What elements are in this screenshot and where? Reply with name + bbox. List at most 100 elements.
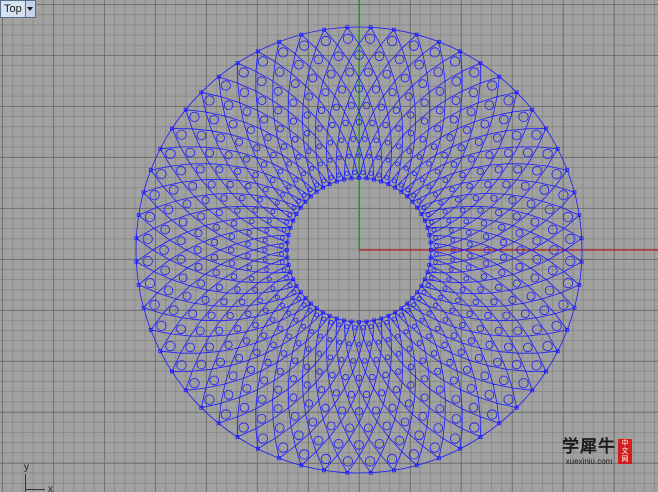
lattice-cell-circle [220,409,231,420]
lattice-cell-circle [421,205,427,211]
lattice-cell-circle [308,417,318,427]
lattice-cell-circle [547,224,558,235]
lattice-cell-circle [305,92,314,101]
lattice-cell-circle [434,168,441,175]
lattice-cell-circle [220,194,228,202]
lattice-cell-circle [469,422,480,433]
lattice-cell-circle [480,220,488,227]
lattice-cell-circle [503,148,513,158]
lattice-cell-circle [293,430,304,441]
lattice-cell-circle [149,299,160,310]
lattice-cell-circle [434,125,442,133]
lattice-cell-circle [252,321,259,329]
lattice-cell-circle [278,442,289,453]
lattice-cell-circle [520,181,530,191]
lattice-cell-circle [450,257,456,263]
lattice-cell-circle [522,147,533,158]
lattice-cell-circle [361,358,368,364]
lattice-cell-circle [419,136,427,143]
lattice-cell-circle [484,389,495,400]
lattice-cell-circle [273,86,283,96]
lattice-cell-circle [376,339,382,345]
lattice-cell-circle [286,160,292,167]
lattice-cell-circle [279,259,285,265]
lattice-cell-circle [426,310,432,316]
lattice-cell-circle [307,187,313,193]
lattice-cell-circle [301,192,307,198]
rhino-top-viewport[interactable]: Top y x 学犀牛 xuexiniu.com 中 文 网 [0,0,658,492]
lattice-cell-circle [264,267,270,273]
lattice-cell-circle [539,185,550,195]
lattice-cell-circle [366,153,372,159]
lattice-cell-circle [442,209,448,215]
lattice-cell-circle [364,33,376,44]
lattice-cell-circle [394,54,405,65]
lattice-cell-circle [273,404,283,414]
lattice-cell-circle [156,320,167,331]
lattice-cell-circle [316,143,323,150]
lattice-cell-circle [309,329,315,335]
lattice-cell-circle [317,386,326,394]
lattice-cell-circle [163,204,174,215]
lattice-cell-circle [558,299,569,310]
viewport-title-tab[interactable]: Top [0,0,36,18]
lattice-cell-circle [238,67,249,78]
lattice-cell-circle [262,247,268,253]
lattice-cell-circle [263,186,269,193]
lattice-cell-circle [404,399,413,408]
viewport-title[interactable]: Top [1,1,25,17]
lattice-cell-circle [211,254,219,262]
lattice-cell-circle [287,212,293,218]
lattice-cell-circle [318,161,324,167]
lattice-cell-circle [558,190,569,201]
lattice-cell-circle [432,192,438,198]
lattice-cell-circle [289,375,297,383]
lattice-cell-circle [303,129,311,137]
lattice-cell-circle [246,264,253,271]
lattice-cell-circle [463,218,470,225]
lattice-cell-circle [386,35,398,47]
lattice-cell-circle [333,438,344,449]
lattice-cell-circle [284,275,290,281]
lattice-cell-circle [428,219,434,225]
lattice-cell-circle [428,275,434,281]
lattice-cell-circle [551,169,562,180]
lattice-cell-circle [307,307,313,313]
lattice-cell-circle [215,283,223,291]
lattice-cell-circle [466,107,476,116]
lattice-cell-circle [253,348,261,356]
lattice-cell-circle [245,310,252,318]
lattice-cell-circle [442,285,448,291]
lattice-cell-circle [246,126,255,135]
lattice-cell-circle [142,255,153,267]
lattice-cell-circle [336,339,342,345]
lattice-cell-circle [466,383,476,393]
lattice-cell-circle [279,243,285,249]
lattice-cell-circle [346,341,352,347]
lattice-cell-circle [316,125,323,132]
model-geometry[interactable] [0,0,658,492]
lattice-cell-circle [260,376,269,385]
lattice-cell-circle [257,56,268,67]
lattice-cell-circle [336,155,342,161]
lattice-cell-circle [263,307,269,314]
chevron-down-icon[interactable] [24,1,35,17]
lattice-cell-circle [238,422,249,433]
lattice-cell-circle [290,411,300,421]
lattice-cell-circle [400,417,410,427]
lattice-cell-circle [274,294,280,300]
lattice-cell-circle [224,340,233,349]
lattice-cell-circle [195,164,205,174]
lattice-cell-circle [364,456,376,467]
lattice-cell-circle [435,385,444,394]
lattice-cell-circle [260,332,268,339]
lattice-cell-circle [328,175,334,181]
lattice-cell-circle [287,282,293,288]
lattice-cell-circle [487,80,498,91]
lattice-cell-circle [395,350,402,357]
lattice-cell-circle [459,171,466,179]
lattice-cell-circle [490,298,498,306]
lattice-cell-circle [274,200,280,206]
lattice-cell-circle [477,207,484,214]
lattice-cell-circle [386,453,398,465]
